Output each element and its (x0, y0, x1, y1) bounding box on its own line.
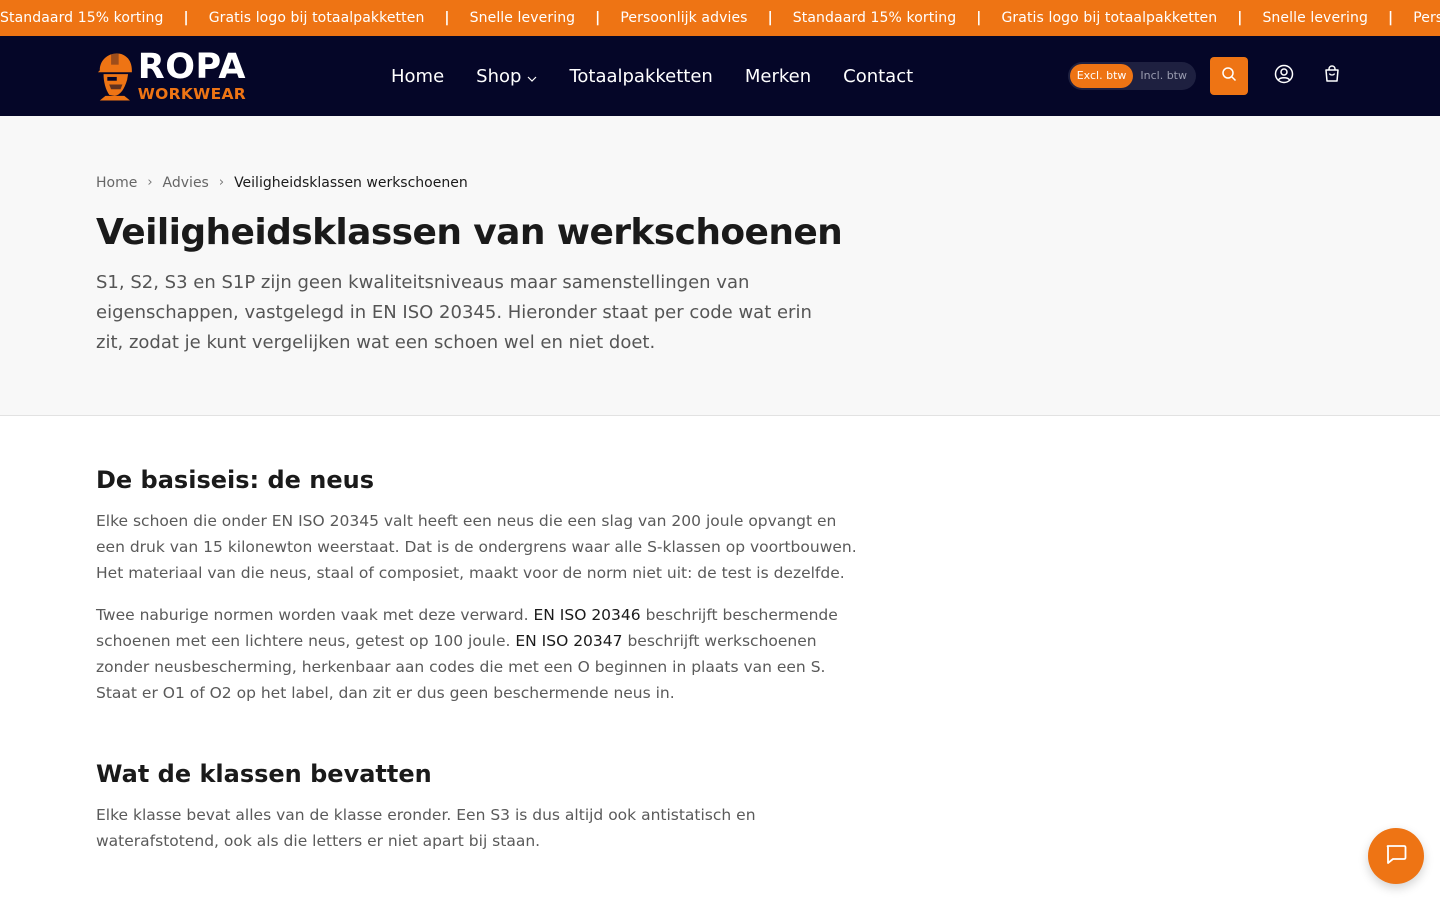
paragraph: Elke klasse bevat alles van de klasse er… (96, 806, 756, 850)
chat-icon (1384, 842, 1408, 870)
chevron-right-icon: › (147, 175, 153, 190)
announcement-separator: | (976, 10, 982, 26)
page-intro: S1, S2, S3 en S1P zijn geen kwaliteitsni… (96, 272, 812, 353)
account-button[interactable] (1272, 64, 1296, 88)
site-header: ROPA WORKWEAR Home Shop Totaalpakketten … (0, 36, 1440, 116)
logo-brand-name: ROPA (137, 46, 246, 87)
nav-shop-label: Shop (476, 65, 522, 87)
site-logo[interactable]: ROPA WORKWEAR (96, 48, 246, 104)
chevron-right-icon: › (218, 175, 225, 190)
main-nav: Home Shop Totaalpakketten Merken Contact (391, 36, 945, 116)
chevron-down-icon (527, 66, 537, 87)
search-icon (1221, 66, 1237, 86)
vat-incl-option[interactable]: Incl. btw (1133, 64, 1194, 88)
announcement-item: Gratis logo bij totaalpakketten (208, 10, 425, 26)
section-heading: Wat de klassen bevatten (96, 760, 432, 788)
announcement-item: Persoonlijk advies (620, 10, 748, 26)
section-nose: De basiseis: de neus Elke schoen die ond… (96, 464, 857, 706)
paragraph: Twee naburige normen worden vaak met dez… (96, 602, 866, 706)
worker-helmet-logo-icon (97, 53, 132, 101)
nav-brands[interactable]: Merken (745, 66, 811, 87)
search-button[interactable] (1210, 57, 1248, 95)
nav-packages[interactable]: Totaalpakketten (569, 66, 712, 87)
nav-home[interactable]: Home (391, 66, 444, 87)
announcement-separator: | (444, 10, 450, 26)
cart-icon (1324, 65, 1340, 87)
section-classes: Wat de klassen bevatten Elke klasse beva… (96, 758, 784, 854)
nav-shop[interactable]: Shop (476, 66, 537, 87)
breadcrumb-current: Veiligheidsklassen werkschoenen (234, 174, 468, 191)
announcement-separator: | (1387, 10, 1394, 26)
announcement-item: Gratis logo bij totaalpakketten (1001, 10, 1218, 26)
logo-tagline: WORKWEAR (137, 84, 246, 103)
norm-highlight: EN ISO 20347 (515, 632, 623, 650)
announcement-separator: | (183, 10, 189, 26)
hero-section: Home › Advies › Veiligheidsklassen werks… (0, 116, 1440, 416)
announcement-item: Snelle levering (469, 10, 576, 26)
header-actions: Excl. btw Incl. btw (1067, 36, 1344, 116)
vat-toggle[interactable]: Excl. btw Incl. btw (1067, 62, 1196, 90)
announcement-bar: Standaard 15% korting | Gratis logo bij … (0, 0, 1440, 36)
paragraph-text: Twee naburige normen worden vaak met dez… (96, 606, 534, 624)
paragraph: Elke schoen die onder EN ISO 20345 valt … (96, 512, 857, 582)
breadcrumb: Home › Advies › Veiligheidsklassen werks… (96, 116, 1344, 192)
breadcrumb-advice[interactable]: Advies (163, 175, 209, 191)
section-heading: De basiseis: de neus (96, 466, 375, 494)
announcement-item: Snelle levering (1262, 10, 1368, 26)
page-title: Veiligheidsklassen van werkschoenen (96, 212, 843, 253)
announcement-separator: | (1237, 10, 1243, 26)
vat-excl-option[interactable]: Excl. btw (1069, 64, 1134, 88)
announcement-separator: | (595, 10, 601, 26)
article-content: De basiseis: de neus Elke schoen die ond… (0, 464, 880, 854)
announcement-item: Standaard 15% korting (792, 10, 957, 26)
chat-button[interactable] (1368, 828, 1424, 884)
cart-button[interactable] (1320, 64, 1344, 88)
announcement-item: Standaard 15% korting (0, 10, 164, 26)
user-icon (1274, 64, 1294, 88)
announcement-separator: | (767, 10, 773, 26)
breadcrumb-home[interactable]: Home (96, 175, 137, 191)
nav-contact[interactable]: Contact (843, 66, 913, 87)
announcement-item: Persoonlijk advies (1413, 10, 1440, 26)
norm-highlight: EN ISO 20346 (533, 606, 641, 624)
